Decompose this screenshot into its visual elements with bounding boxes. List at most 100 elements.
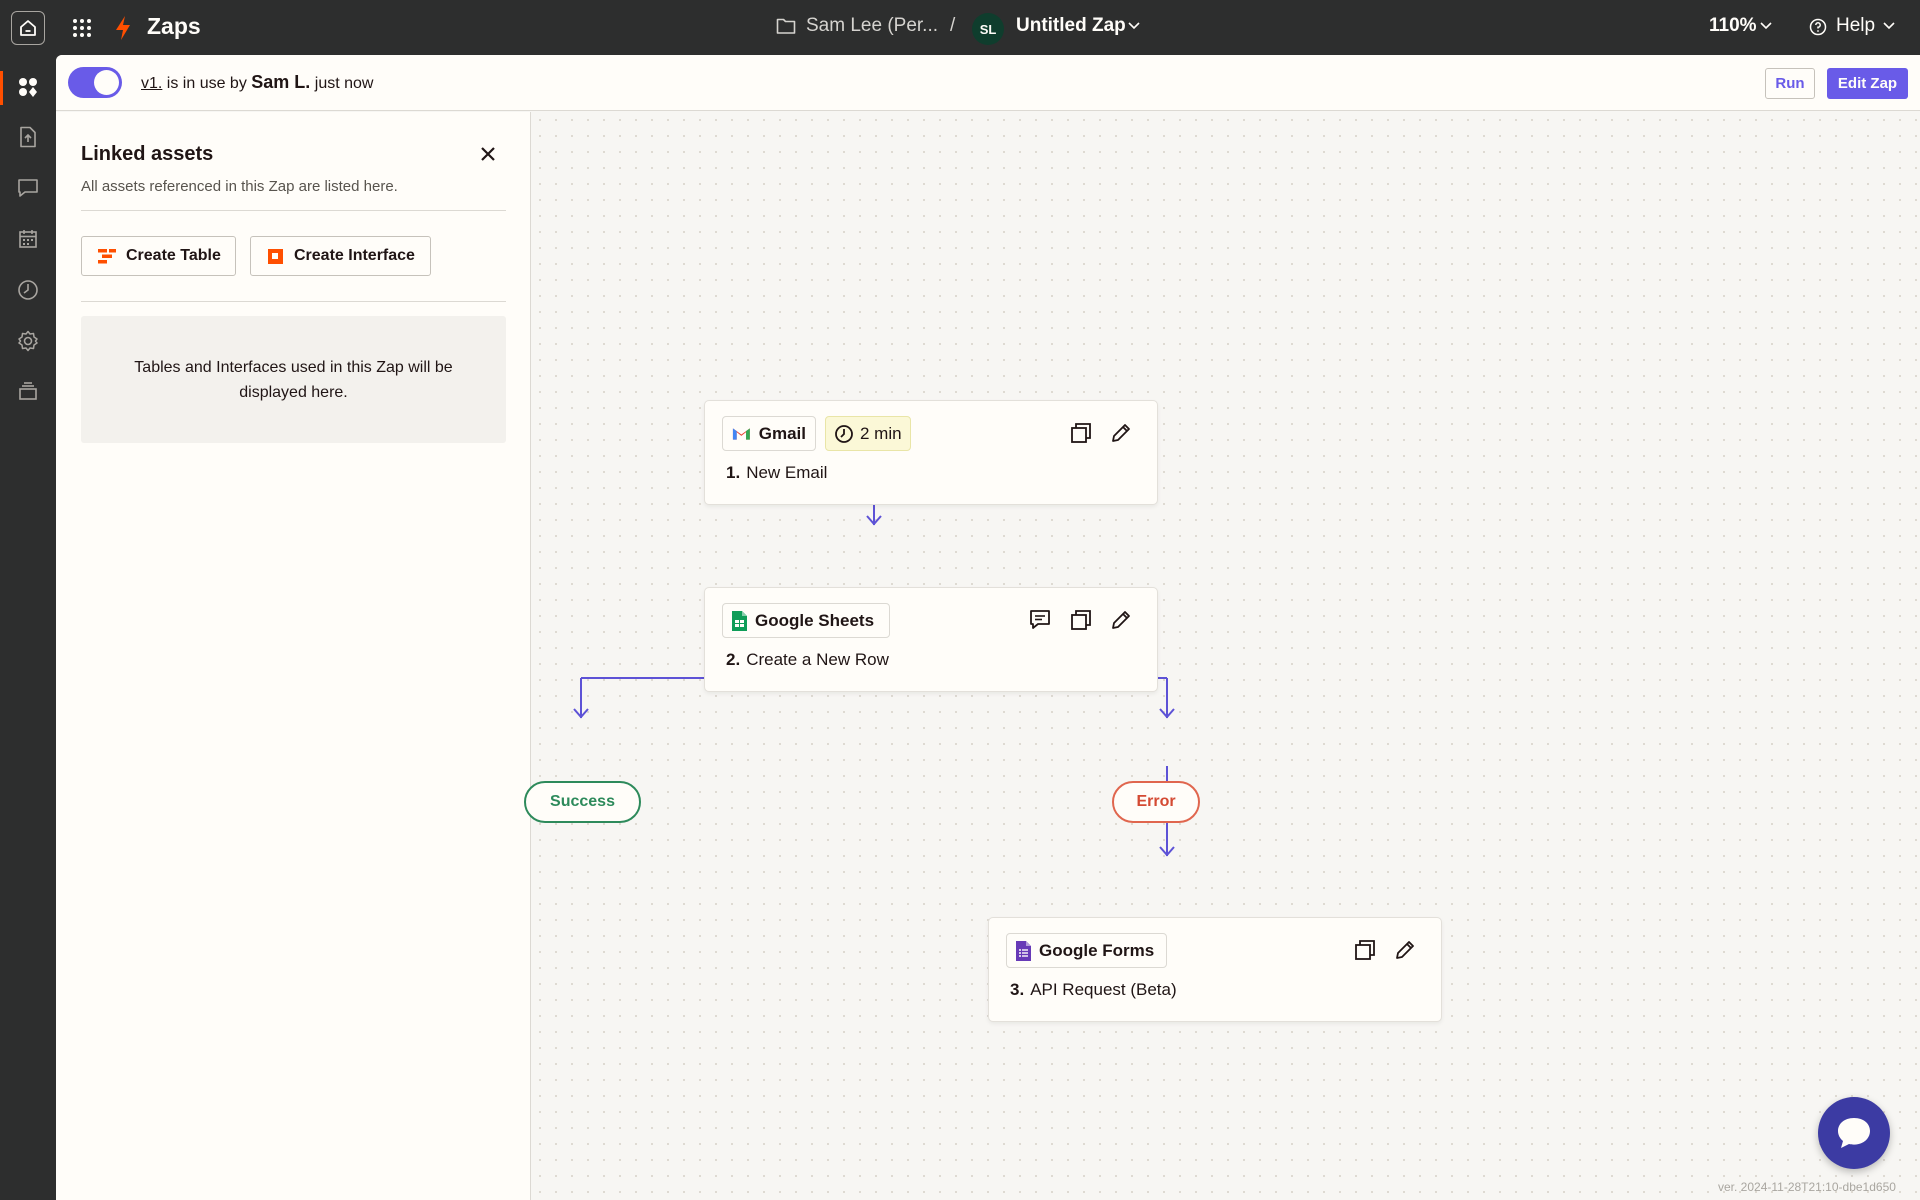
copy-icon	[1071, 423, 1091, 443]
edit-step-button[interactable]	[1392, 937, 1418, 963]
rail-item-archive[interactable]	[14, 377, 42, 405]
zap-on-toggle[interactable]	[68, 67, 122, 98]
settings-icon	[18, 330, 38, 352]
step-label: New Email	[746, 463, 828, 482]
success-path-pill[interactable]: Success	[524, 781, 641, 823]
step-number: 1.	[726, 463, 741, 482]
history-icon	[18, 280, 38, 300]
rail-item-history[interactable]	[14, 276, 42, 304]
rail-item-calendar[interactable]	[14, 225, 42, 253]
run-button[interactable]: Run	[1765, 68, 1815, 99]
comment-icon	[1030, 610, 1050, 629]
edit-zap-button[interactable]: Edit Zap	[1827, 68, 1908, 99]
divider	[81, 210, 506, 211]
chevron-down-icon[interactable]	[1128, 22, 1140, 30]
empty-assets-message: Tables and Interfaces used in this Zap w…	[81, 316, 506, 443]
step-app-chip: Gmail	[722, 416, 816, 451]
step-number: 2.	[726, 650, 741, 669]
table-icon	[98, 249, 116, 264]
zap-name[interactable]: Untitled Zap	[1016, 15, 1126, 37]
help-icon[interactable]	[1809, 18, 1827, 36]
avatar: SL	[972, 13, 1004, 45]
add-note-button[interactable]	[1027, 607, 1053, 633]
google-forms-icon	[1016, 940, 1031, 961]
home-button[interactable]	[11, 11, 45, 45]
create-interface-button[interactable]: Create Interface	[250, 236, 431, 276]
zaps-icon	[19, 78, 37, 97]
rail-item-settings[interactable]	[14, 327, 42, 355]
zap-canvas[interactable]: Gmail 2 min 1. New Email Google Sheets 2…	[524, 112, 1920, 1200]
app-title[interactable]: Zaps	[147, 13, 201, 40]
edit-step-button[interactable]	[1108, 420, 1134, 446]
rail-item-zaps[interactable]	[14, 73, 42, 101]
step-title: 1. New Email	[726, 463, 827, 483]
step-title: 3. API Request (Beta)	[1010, 980, 1177, 1000]
chevron-down-icon[interactable]	[1760, 22, 1772, 30]
status-text: v1. is in use by Sam L. just now	[141, 72, 373, 93]
step-number: 3.	[1010, 980, 1025, 999]
google-sheets-icon	[732, 610, 747, 631]
zoom-level[interactable]: 110%	[1709, 15, 1757, 37]
archive-icon	[19, 382, 37, 400]
version-link[interactable]: v1.	[141, 75, 162, 92]
top-bar: Zaps Sam Lee (Per... / SL Untitled Zap 1…	[0, 0, 1920, 55]
pencil-icon	[1396, 941, 1414, 959]
duplicate-step-button[interactable]	[1068, 420, 1094, 446]
error-path-pill[interactable]: Error	[1112, 781, 1200, 823]
zap-bolt-icon	[116, 16, 130, 40]
step-title: 2. Create a New Row	[726, 650, 889, 670]
chat-support-button[interactable]	[1818, 1097, 1890, 1169]
step-app-chip: Google Forms	[1006, 933, 1167, 968]
linked-assets-panel: Linked assets All assets referenced in t…	[56, 112, 531, 1200]
chat-icon	[18, 179, 38, 197]
folder-icon	[776, 18, 796, 34]
toggle-knob	[94, 70, 119, 95]
status-user: Sam L.	[251, 72, 311, 92]
copy-icon	[1355, 940, 1375, 960]
step-app-name: Gmail	[758, 423, 806, 443]
build-version: ver. 2024-11-28T21:10-dbe1d650	[1718, 1180, 1896, 1194]
step-card-3[interactable]: Google Forms 3. API Request (Beta)	[988, 917, 1442, 1022]
clock-icon	[835, 424, 853, 443]
chevron-down-icon[interactable]	[1883, 22, 1895, 30]
zap-status-bar: v1. is in use by Sam L. just now Run Edi…	[56, 55, 1920, 111]
pencil-icon	[1112, 611, 1130, 629]
polling-interval: 2 min	[860, 423, 902, 443]
panel-title: Linked assets	[81, 143, 214, 165]
rail-active-indicator	[0, 71, 3, 105]
create-table-button[interactable]: Create Table	[81, 236, 236, 276]
duplicate-step-button[interactable]	[1352, 937, 1378, 963]
interface-icon	[268, 248, 283, 264]
status-middle: is in use by	[162, 75, 252, 92]
rail-item-files[interactable]	[14, 123, 42, 151]
step-label: API Request (Beta)	[1030, 980, 1177, 999]
step-app-name: Google Sheets	[755, 610, 875, 630]
close-icon[interactable]	[480, 146, 496, 162]
home-icon	[20, 20, 36, 36]
status-when: just now	[310, 75, 374, 92]
edit-step-button[interactable]	[1108, 607, 1134, 633]
main-area: v1. is in use by Sam L. just now Run Edi…	[56, 55, 1920, 1200]
step-app-chip: Google Sheets	[722, 603, 890, 638]
step-label: Create a New Row	[746, 650, 889, 669]
duplicate-step-button[interactable]	[1068, 607, 1094, 633]
calendar-icon	[19, 230, 37, 248]
copy-icon	[1071, 610, 1091, 630]
step-card-1[interactable]: Gmail 2 min 1. New Email	[704, 400, 1158, 505]
step-app-name: Google Forms	[1039, 940, 1155, 960]
breadcrumb-folder[interactable]: Sam Lee (Per...	[806, 15, 938, 37]
gmail-icon	[732, 428, 750, 440]
file-upload-icon	[20, 126, 36, 148]
polling-interval-badge: 2 min	[825, 416, 911, 451]
pencil-icon	[1112, 424, 1130, 442]
create-table-label: Create Table	[126, 247, 221, 264]
panel-subtitle: All assets referenced in this Zap are li…	[81, 178, 398, 195]
breadcrumb-separator: /	[950, 15, 956, 36]
divider	[81, 301, 506, 302]
rail-item-chat[interactable]	[14, 174, 42, 202]
step-card-2[interactable]: Google Sheets 2. Create a New Row	[704, 587, 1158, 692]
help-menu[interactable]: Help	[1836, 15, 1875, 37]
left-rail	[0, 55, 56, 1200]
app-grid-icon[interactable]	[72, 18, 92, 38]
chat-bubble-icon	[1838, 1118, 1870, 1148]
